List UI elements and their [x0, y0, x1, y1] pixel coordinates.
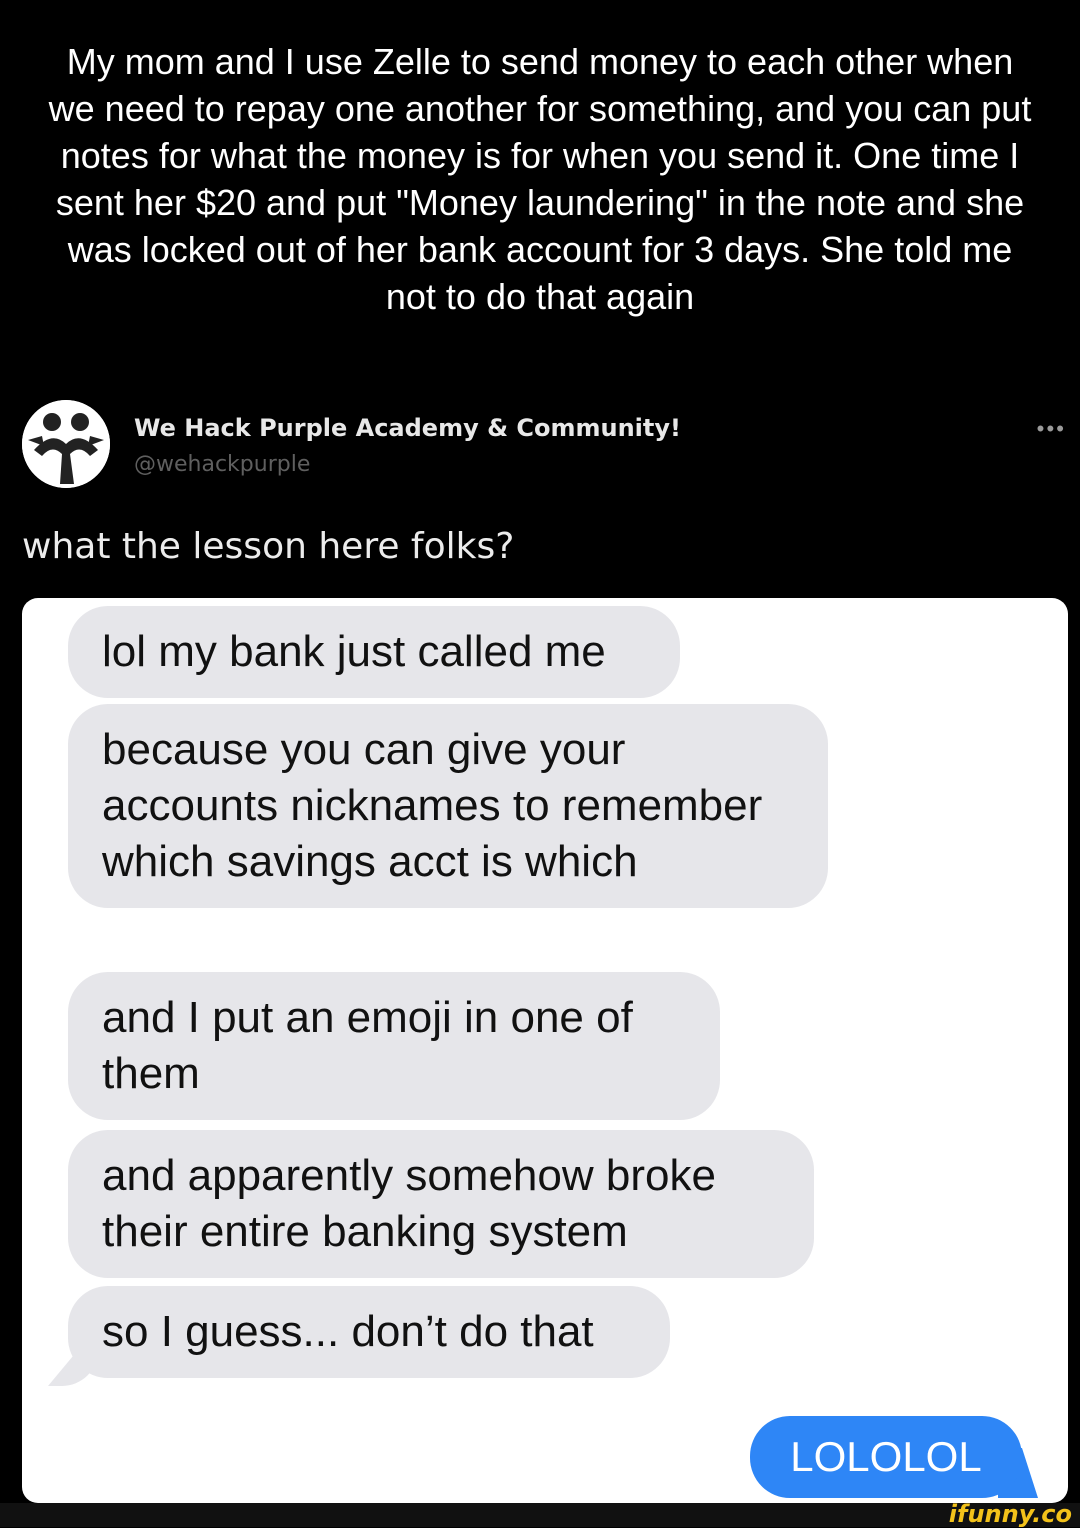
incoming-message: and apparently somehow broke their entir…	[68, 1130, 814, 1278]
outgoing-message: LOLOLOL	[750, 1416, 1022, 1498]
author-handle[interactable]: @wehackpurple	[134, 452, 310, 477]
community-logo-icon	[22, 400, 110, 488]
more-options-icon[interactable]: • • •	[1037, 416, 1064, 442]
incoming-message: lol my bank just called me	[68, 606, 680, 698]
watermark-logo: ifunny.co	[948, 1500, 1072, 1528]
post-header: We Hack Purple Academy & Community! @weh…	[22, 400, 1064, 500]
author-name[interactable]: We Hack Purple Academy & Community!	[134, 414, 681, 442]
watermark-bar	[0, 1503, 1080, 1527]
incoming-message: and I put an emoji in one of them	[68, 972, 720, 1120]
avatar[interactable]	[22, 400, 110, 488]
incoming-message: because you can give your accounts nickn…	[68, 704, 828, 908]
incoming-message: so I guess... don’t do that	[68, 1286, 670, 1378]
meme-caption: My mom and I use Zelle to send money to …	[48, 41, 1032, 317]
chat-screenshot: lol my bank just called me because you c…	[22, 598, 1068, 1503]
post-text: what the lesson here folks?	[22, 526, 515, 567]
